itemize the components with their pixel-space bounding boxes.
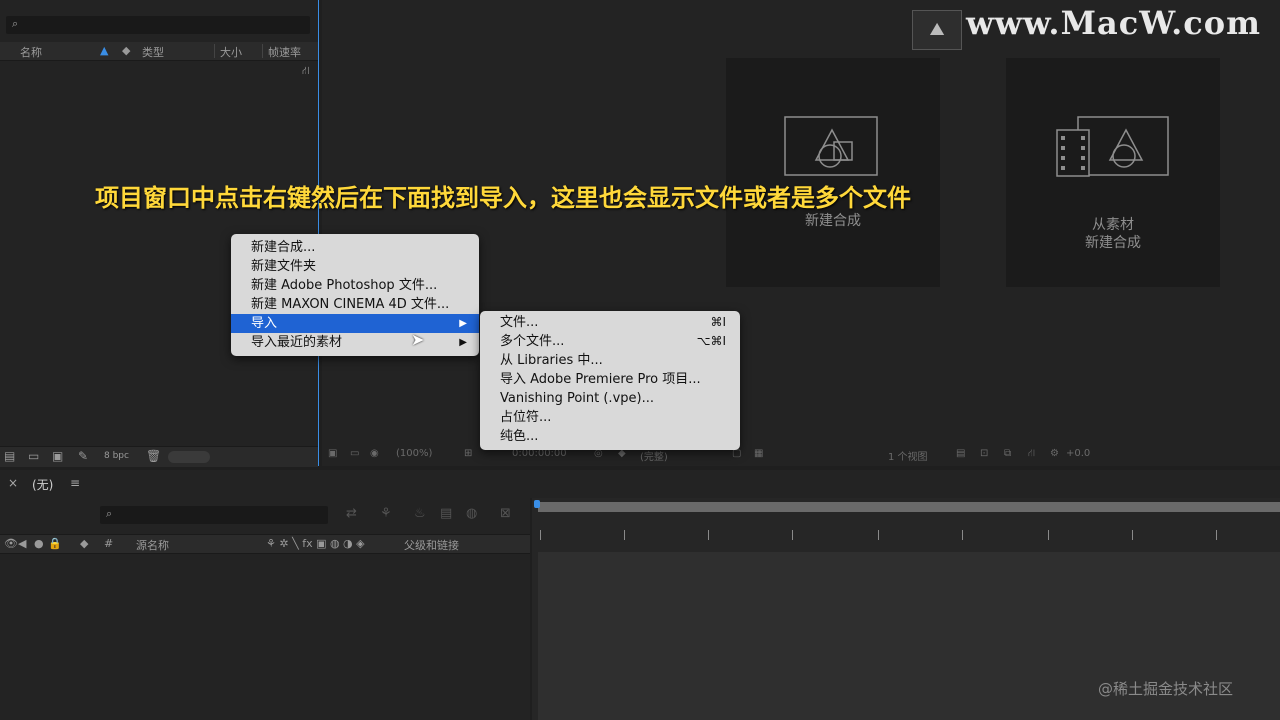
flowchart-icon[interactable]: ⧉ [1004,448,1011,459]
menu-item-import[interactable]: 导入 ▶ [231,314,479,333]
render-icon[interactable]: ⊡ [980,448,988,459]
submenu-item-vanishing-point[interactable]: Vanishing Point (.vpe)... [480,389,740,408]
grid-icon[interactable]: ⊞ [464,448,472,459]
motion-blur-icon[interactable]: ◍ [466,506,477,521]
project-panel: ⌕ 名称 ▲ ◆ 类型 大小 帧速率 ⛙ ▤ ▭ ▣ ✎ 8 bpc 🗑 [0,0,319,467]
transparency-icon[interactable]: ▦ [754,448,763,459]
resolution-dropdown[interactable]: (完整) [640,448,668,463]
layout-icon[interactable]: ▤ [956,448,965,459]
submenu-item-file[interactable]: 文件... ⌘I [480,313,740,332]
comp-mini-flowchart-icon[interactable]: ⇄ [346,506,357,521]
interpret-footage-icon[interactable]: ▤ [4,449,15,463]
column-size[interactable]: 大小 [220,44,242,60]
menu-item-new-composition[interactable]: 新建合成... [231,238,479,257]
exposure-icon[interactable]: ⚙ [1050,448,1059,459]
label-tag-icon[interactable]: ◆ [80,537,88,550]
zoom-dropdown[interactable]: (100%) [396,448,432,459]
column-name[interactable]: 名称 [20,44,42,60]
from-footage-caption-line1: 从素材 [1092,217,1134,233]
column-framerate[interactable]: 帧速率 [268,44,301,60]
composition-toolbar: ▣ ▭ ◉ (100%) ⊞ 0:00:00:00 ◎ ◆ (完整) ▢ ▦ 1… [322,444,1280,466]
submenu-item-solid[interactable]: 纯色... [480,427,740,446]
panel-menu-icon[interactable]: ≡ [70,476,80,490]
mask-icon[interactable]: ◉ [370,448,379,459]
project-column-header: 名称 ▲ ◆ 类型 大小 帧速率 [0,42,318,61]
snapshot-icon[interactable]: ▣ [328,448,337,459]
timeline-tab-bar: × (无) ≡ [0,470,1280,498]
label-tag-icon[interactable]: ◆ [122,44,130,57]
thumbnail-slider[interactable] [168,451,210,463]
submenu-item-multiple-files[interactable]: 多个文件... ⌥⌘I [480,332,740,351]
context-menu: 新建合成... 新建文件夹 新建 Adobe Photoshop 文件... 新… [231,234,479,356]
graph-editor-icon[interactable]: ⊠ [500,506,511,521]
menu-item-new-folder[interactable]: 新建文件夹 [231,257,479,276]
import-submenu: 文件... ⌘I 多个文件... ⌥⌘I 从 Libraries 中... 导入 A… [480,311,740,450]
project-search-input[interactable]: ⌕ [6,16,310,34]
column-number[interactable]: # [104,537,113,550]
exposure-value[interactable]: +0.0 [1066,448,1090,459]
macw-watermark: www.MacW.com [966,4,1261,42]
draft-3d-icon[interactable]: ⚘ [380,506,392,521]
hierarchy-icon[interactable]: ⛙ [302,64,310,79]
menu-item-new-cinema4d-file[interactable]: 新建 MAXON CINEMA 4D 文件... [231,295,479,314]
shy-icon[interactable]: ♨ [414,506,426,521]
video-toggle-icon[interactable]: 👁 [4,537,18,550]
timeline-layer-panel [0,498,530,720]
search-icon: ⌕ [12,17,19,30]
submenu-arrow-icon: ▶ [459,318,467,329]
sort-ascending-icon[interactable]: ▲ [100,44,108,57]
mouse-cursor-icon: ➤ [411,330,425,349]
submenu-item-placeholder[interactable]: 占位符... [480,408,740,427]
submenu-item-premiere-project[interactable]: 导入 Adobe Premiere Pro 项目... [480,370,740,389]
audio-toggle-icon[interactable]: ◀ [18,537,26,550]
views-dropdown[interactable]: 1 个视图 [888,448,928,463]
monitor-icon[interactable]: ▭ [350,448,359,459]
submenu-arrow-icon: ▶ [459,337,467,348]
composition-icon [784,116,878,176]
close-tab-icon[interactable]: × [8,476,18,490]
adjust-icon[interactable]: ✎ [78,449,88,463]
from-footage-caption-line2: 新建合成 [1085,235,1141,251]
lock-icon[interactable]: 🔒 [48,537,62,550]
macw-logo: ⛰ [912,10,962,50]
frame-blending-icon[interactable]: ▤ [440,506,452,521]
project-footer: ▤ ▭ ▣ ✎ 8 bpc 🗑 [0,446,318,467]
menu-item-import-recent[interactable]: 导入最近的素材 ▶ [231,333,479,352]
juejin-watermark: @稀土掘金技术社区 [1098,680,1234,698]
timeline-column-header: 👁 ◀ ● 🔒 ◆ # 源名称 ⚘ ✲ ╲ fx ▣ ◍ ◑ ◈ 父级和链接 [0,534,530,554]
column-type[interactable]: 类型 [142,44,164,60]
column-source-name[interactable]: 源名称 [136,537,169,553]
footage-composition-icon [1056,116,1169,177]
composition-panel: 新建合成 从素材 新建合成 [322,0,1280,466]
new-composition-icon[interactable]: ▣ [52,449,63,463]
time-ruler[interactable] [538,528,1280,544]
network-icon[interactable]: ⛙ [1028,448,1035,461]
column-parent-link[interactable]: 父级和链接 [404,537,459,553]
menu-item-new-photoshop-file[interactable]: 新建 Adobe Photoshop 文件... [231,276,479,295]
video-subtitle: 项目窗口中点击右键然后在下面找到导入，这里也会显示文件或者是多个文件 [95,184,911,212]
timeline-tab[interactable]: (无) [32,476,53,493]
new-folder-icon[interactable]: ▭ [28,449,39,463]
navigator-start-handle[interactable] [534,500,540,508]
solo-icon[interactable]: ● [34,537,44,550]
trash-icon[interactable]: 🗑 [146,449,161,463]
submenu-item-libraries[interactable]: 从 Libraries 中... [480,351,740,370]
new-comp-from-footage-card[interactable]: 从素材 新建合成 [1006,58,1220,287]
search-icon: ⌕ [106,507,113,520]
timeline-search-input[interactable]: ⌕ [100,506,328,524]
switches-icons[interactable]: ⚘ ✲ ╲ fx ▣ ◍ ◑ ◈ [266,537,365,550]
bit-depth-toggle[interactable]: 8 bpc [104,451,129,461]
time-navigator-bar[interactable] [534,500,1280,512]
new-composition-card[interactable]: 新建合成 [726,58,940,287]
new-composition-caption: 新建合成 [805,213,861,229]
